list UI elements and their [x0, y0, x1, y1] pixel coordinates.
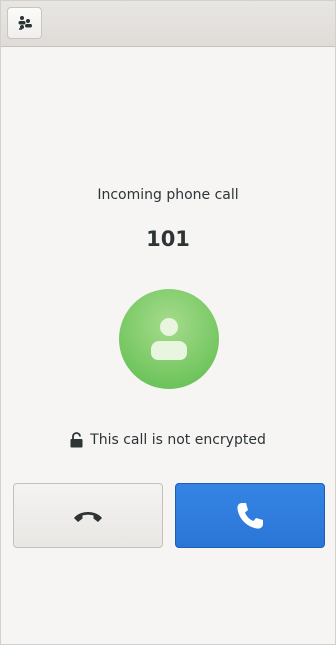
phone-icon [237, 502, 263, 529]
headerbar [1, 1, 335, 47]
call-window: Incoming phone call 101 This call is not… [0, 0, 336, 645]
caller-number: 101 [146, 227, 190, 251]
encryption-label: This call is not encrypted [90, 432, 266, 448]
lock-icon [70, 432, 83, 448]
dialpad-icon [18, 16, 32, 30]
call-status-label: Incoming phone call [97, 187, 239, 203]
dialpad-button[interactable] [7, 7, 42, 39]
avatar [119, 289, 219, 389]
accept-button[interactable] [175, 483, 325, 548]
hangup-icon [74, 511, 102, 522]
decline-button[interactable] [13, 483, 163, 548]
person-icon [151, 318, 187, 360]
encryption-status: This call is not encrypted [1, 432, 335, 448]
